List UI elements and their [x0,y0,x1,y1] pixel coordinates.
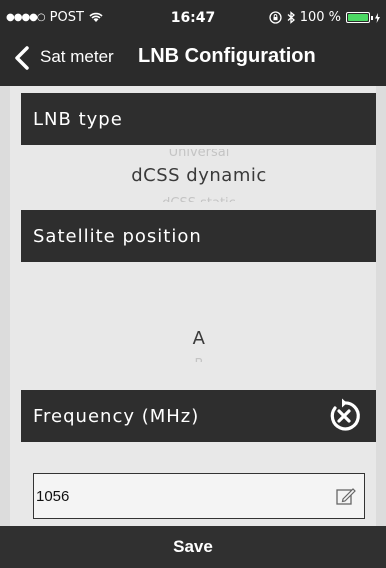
lock-rotation-icon [269,11,282,24]
picker-option-next[interactable]: dCSS static [21,193,377,202]
frequency-input[interactable]: 1056 [33,473,365,519]
charging-icon [375,12,380,23]
reset-icon[interactable] [325,397,363,435]
content-area: LNB type Universal dCSS dynamic dCSS sta… [0,86,386,526]
picker-option-next[interactable]: B [21,355,377,362]
battery-fill [348,14,368,21]
bluetooth-icon [287,11,295,24]
status-bar: ●●●●○ POST 16:47 100 % [0,0,386,34]
save-label: Save [173,537,213,556]
frequency-header: Frequency (MHz) [21,390,377,442]
satellite-position-picker[interactable]: A B [21,314,377,374]
picker-option-prev[interactable]: Universal [21,149,377,161]
picker-option-selected[interactable]: A [21,328,377,349]
satellite-position-label: Satellite position [33,225,202,247]
navigation-bar: Sat meter LNB Configuration [0,36,386,80]
lnb-type-label: LNB type [33,108,123,130]
edit-icon[interactable] [336,486,356,506]
frequency-label: Frequency (MHz) [33,405,200,427]
back-button[interactable]: Sat meter [40,47,114,67]
back-chevron-icon[interactable] [10,45,34,71]
save-button[interactable]: Save [0,526,386,568]
battery-percent: 100 % [299,10,341,25]
status-right: 100 % [269,10,380,25]
page-title: LNB Configuration [138,45,316,67]
battery-icon [346,12,373,23]
lnb-type-header: LNB type [21,93,377,145]
frequency-value[interactable]: 1056 [36,488,69,505]
top-bar: ●●●●○ POST 16:47 100 % Sat meter LNB Con… [0,0,386,86]
satellite-position-header: Satellite position [21,210,377,262]
picker-option-selected[interactable]: dCSS dynamic [21,165,377,186]
lnb-type-picker[interactable]: Universal dCSS dynamic dCSS static [21,145,377,203]
